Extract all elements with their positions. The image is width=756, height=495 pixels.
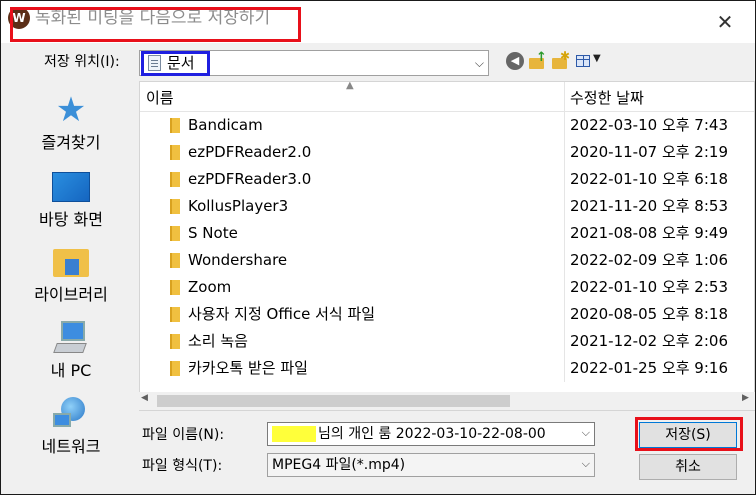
sidebar-item-network[interactable]: 네트워크 bbox=[9, 397, 133, 457]
column-header-date[interactable]: 수정한 날짜 bbox=[570, 89, 644, 107]
filename-input[interactable]: 님의 개인 룸 2022-03-10-22-08-00 ⌵ bbox=[267, 422, 595, 446]
file-date: 2022-03-10 오후 7:43 bbox=[570, 116, 728, 134]
chevron-down-icon[interactable]: ⌵ bbox=[582, 457, 590, 471]
folder-icon bbox=[170, 172, 180, 187]
table-row[interactable]: 소리 녹음 2021-12-02 오후 2:06 bbox=[140, 328, 754, 355]
sidebar-item-this-pc[interactable]: 내 PC bbox=[9, 321, 133, 381]
desktop-icon bbox=[51, 170, 91, 204]
file-name: Bandicam bbox=[188, 116, 263, 134]
table-row[interactable]: Wondershare 2022-02-09 오후 1:06 bbox=[140, 247, 754, 274]
filetype-value: MPEG4 파일(*.mp4) bbox=[272, 457, 406, 473]
redaction-mask bbox=[272, 426, 316, 442]
file-name: Zoom bbox=[188, 278, 232, 296]
folder-up-icon[interactable]: ↑ bbox=[528, 50, 547, 70]
filetype-select[interactable]: MPEG4 파일(*.mp4) ⌵ bbox=[267, 453, 595, 477]
folder-icon bbox=[170, 361, 180, 376]
scroll-right-icon[interactable]: ▶ bbox=[742, 393, 749, 403]
file-name: 소리 녹음 bbox=[188, 332, 248, 350]
sidebar-item-label: 내 PC bbox=[50, 361, 92, 380]
sidebar-item-favorites[interactable]: ★ 즐겨찾기 bbox=[9, 93, 133, 153]
back-arrow-icon[interactable]: ◀ bbox=[506, 52, 524, 70]
folder-icon bbox=[170, 307, 180, 322]
file-name: 카카오톡 받은 파일 bbox=[188, 359, 308, 377]
table-row[interactable]: ezPDFReader2.0 2020-11-07 오후 2:19 bbox=[140, 139, 754, 166]
column-header-row: ▲ 이름 수정한 날짜 bbox=[140, 81, 754, 112]
sidebar-item-desktop[interactable]: 바탕 화면 bbox=[9, 170, 133, 230]
sidebar-item-label: 네트워크 bbox=[41, 437, 101, 456]
file-name: ezPDFReader3.0 bbox=[188, 170, 312, 188]
title-bar: W 녹화된 미팅을 다음으로 저장하기 ✕ bbox=[1, 1, 755, 43]
file-name: 사용자 지정 Office 서식 파일 bbox=[188, 305, 376, 323]
file-name: S Note bbox=[188, 224, 238, 242]
filename-value: 님의 개인 룸 2022-03-10-22-08-00 bbox=[318, 426, 546, 442]
file-date: 2020-11-07 오후 2:19 bbox=[570, 143, 728, 161]
folder-icon bbox=[170, 118, 180, 133]
title-highlight-box bbox=[10, 7, 301, 42]
file-date: 2021-12-02 오후 2:06 bbox=[570, 332, 728, 350]
library-icon bbox=[51, 245, 91, 279]
scrollbar-thumb[interactable] bbox=[157, 395, 510, 407]
star-icon: ★ bbox=[55, 90, 87, 130]
file-date: 2022-01-10 오후 6:18 bbox=[570, 170, 728, 188]
cancel-button[interactable]: 취소 bbox=[639, 454, 737, 480]
file-date: 2021-08-08 오후 9:49 bbox=[570, 224, 728, 242]
table-row[interactable]: ezPDFReader3.0 2022-01-10 오후 6:18 bbox=[140, 166, 754, 193]
location-combo[interactable]: 문서 ⌵ bbox=[139, 50, 489, 76]
file-date: 2022-01-10 오후 2:53 bbox=[570, 278, 728, 296]
folder-icon bbox=[170, 199, 180, 214]
table-row[interactable]: Zoom 2022-01-10 오후 2:53 bbox=[140, 274, 754, 301]
sidebar-item-library[interactable]: 라이브러리 bbox=[9, 245, 133, 305]
network-icon bbox=[51, 397, 91, 431]
folder-icon bbox=[170, 280, 180, 295]
sidebar-item-label: 라이브러리 bbox=[34, 285, 108, 304]
view-grid-icon bbox=[576, 55, 590, 67]
file-list[interactable]: ▲ 이름 수정한 날짜 Bandicam 2022-03-10 오후 7:43 ez… bbox=[139, 81, 755, 411]
new-folder-icon[interactable]: ✱ bbox=[551, 49, 570, 70]
sort-up-icon: ▲ bbox=[346, 81, 354, 91]
close-button[interactable]: ✕ bbox=[713, 10, 737, 34]
save-dialog: W 녹화된 미팅을 다음으로 저장하기 ✕ 저장 위치(I): 문서 ⌵ ◀ ↑… bbox=[0, 0, 756, 495]
dropdown-arrow-icon: ▼ bbox=[593, 53, 601, 64]
computer-icon bbox=[51, 321, 91, 355]
horizontal-scrollbar[interactable]: ◀ ▶ bbox=[139, 392, 755, 410]
scroll-left-icon[interactable]: ◀ bbox=[141, 393, 148, 403]
table-row[interactable]: 사용자 지정 Office 서식 파일 2020-08-05 오후 8:18 bbox=[140, 301, 754, 328]
chevron-down-icon[interactable]: ⌵ bbox=[582, 426, 590, 440]
view-menu-button[interactable]: ▼ bbox=[575, 52, 605, 70]
table-row[interactable]: 카카오톡 받은 파일 2022-01-25 오후 9:16 bbox=[140, 355, 754, 382]
column-header-name[interactable]: 이름 bbox=[146, 89, 174, 107]
file-name: ezPDFReader2.0 bbox=[188, 143, 312, 161]
file-date: 2020-08-05 오후 8:18 bbox=[570, 305, 728, 323]
folder-icon bbox=[170, 226, 180, 241]
file-date: 2022-01-25 오후 9:16 bbox=[570, 359, 728, 377]
chevron-down-icon[interactable]: ⌵ bbox=[475, 54, 484, 72]
table-row[interactable]: KollusPlayer3 2021-11-20 오후 8:53 bbox=[140, 193, 754, 220]
file-name: Wondershare bbox=[188, 251, 288, 269]
file-date: 2021-11-20 오후 8:53 bbox=[570, 197, 728, 215]
file-rows: Bandicam 2022-03-10 오후 7:43 ezPDFReader2.0… bbox=[140, 112, 754, 382]
folder-icon bbox=[170, 253, 180, 268]
filetype-label: 파일 형식(T): bbox=[142, 458, 223, 474]
table-row[interactable]: Bandicam 2022-03-10 오후 7:43 bbox=[140, 112, 754, 139]
location-label: 저장 위치(I): bbox=[44, 54, 120, 70]
save-highlight-box bbox=[635, 417, 743, 451]
table-row[interactable]: S Note 2021-08-08 오후 9:49 bbox=[140, 220, 754, 247]
filename-label: 파일 이름(N): bbox=[142, 427, 225, 443]
sidebar-item-label: 즐겨찾기 bbox=[41, 133, 101, 152]
places-sidebar: ★ 즐겨찾기 바탕 화면 라이브러리 내 PC 네트워크 bbox=[9, 83, 133, 489]
sidebar-item-label: 바탕 화면 bbox=[39, 210, 103, 229]
file-name: KollusPlayer3 bbox=[188, 197, 289, 215]
folder-icon bbox=[170, 145, 180, 160]
location-highlight-box bbox=[141, 51, 210, 76]
file-date: 2022-02-09 오후 1:06 bbox=[570, 251, 728, 269]
folder-icon bbox=[170, 334, 180, 349]
